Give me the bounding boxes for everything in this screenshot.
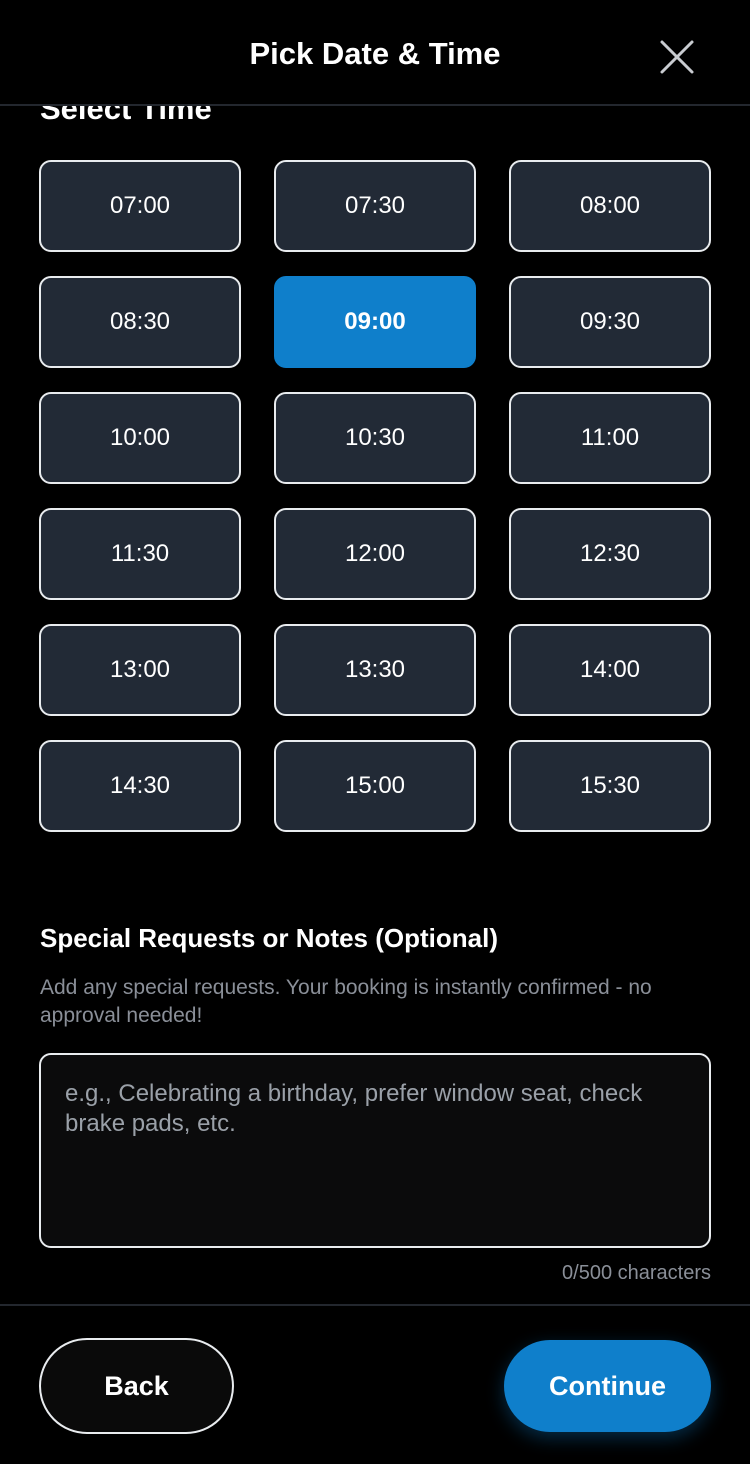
page-title: Pick Date & Time — [249, 36, 501, 71]
notes-heading: Special Requests or Notes (Optional) — [40, 923, 498, 953]
header: Pick Date & Time — [0, 0, 750, 106]
time-slot-1400[interactable]: 14:00 — [509, 624, 711, 716]
time-slot-1230[interactable]: 12:30 — [509, 508, 711, 600]
character-counter: 0/500 characters — [562, 1262, 711, 1284]
time-slot-1330[interactable]: 13:30 — [274, 624, 476, 716]
time-slot-0930[interactable]: 09:30 — [509, 276, 711, 368]
footer-actions: Back Continue — [0, 1304, 750, 1464]
time-slot-0830[interactable]: 08:30 — [39, 276, 241, 368]
time-slot-1130[interactable]: 11:30 — [39, 508, 241, 600]
time-slot-1030[interactable]: 10:30 — [274, 392, 476, 484]
select-time-heading: Select Time — [40, 106, 212, 126]
time-slot-1500[interactable]: 15:00 — [274, 740, 476, 832]
time-slot-1200[interactable]: 12:00 — [274, 508, 476, 600]
continue-button[interactable]: Continue — [504, 1340, 711, 1432]
notes-textarea[interactable] — [39, 1053, 711, 1248]
time-slot-0730[interactable]: 07:30 — [274, 160, 476, 252]
time-slot-1430[interactable]: 14:30 — [39, 740, 241, 832]
scroll-content[interactable]: Select Time 07:00 07:30 08:00 08:30 09:00 09:… — [0, 106, 750, 1304]
close-button[interactable] — [652, 34, 702, 80]
time-slot-1300[interactable]: 13:00 — [39, 624, 241, 716]
notes-help-text: Add any special requests. Your booking i… — [40, 976, 652, 1027]
time-slot-1000[interactable]: 10:00 — [39, 392, 241, 484]
time-slot-1100[interactable]: 11:00 — [509, 392, 711, 484]
back-button[interactable]: Back — [39, 1338, 234, 1434]
time-slot-0800[interactable]: 08:00 — [509, 160, 711, 252]
time-slot-grid: 07:00 07:30 08:00 08:30 09:00 09:30 10:00 10:30… — [39, 160, 711, 832]
close-icon — [660, 40, 694, 74]
time-slot-1530[interactable]: 15:30 — [509, 740, 711, 832]
time-slot-0900[interactable]: 09:00 — [274, 276, 476, 368]
time-slot-0700[interactable]: 07:00 — [39, 160, 241, 252]
